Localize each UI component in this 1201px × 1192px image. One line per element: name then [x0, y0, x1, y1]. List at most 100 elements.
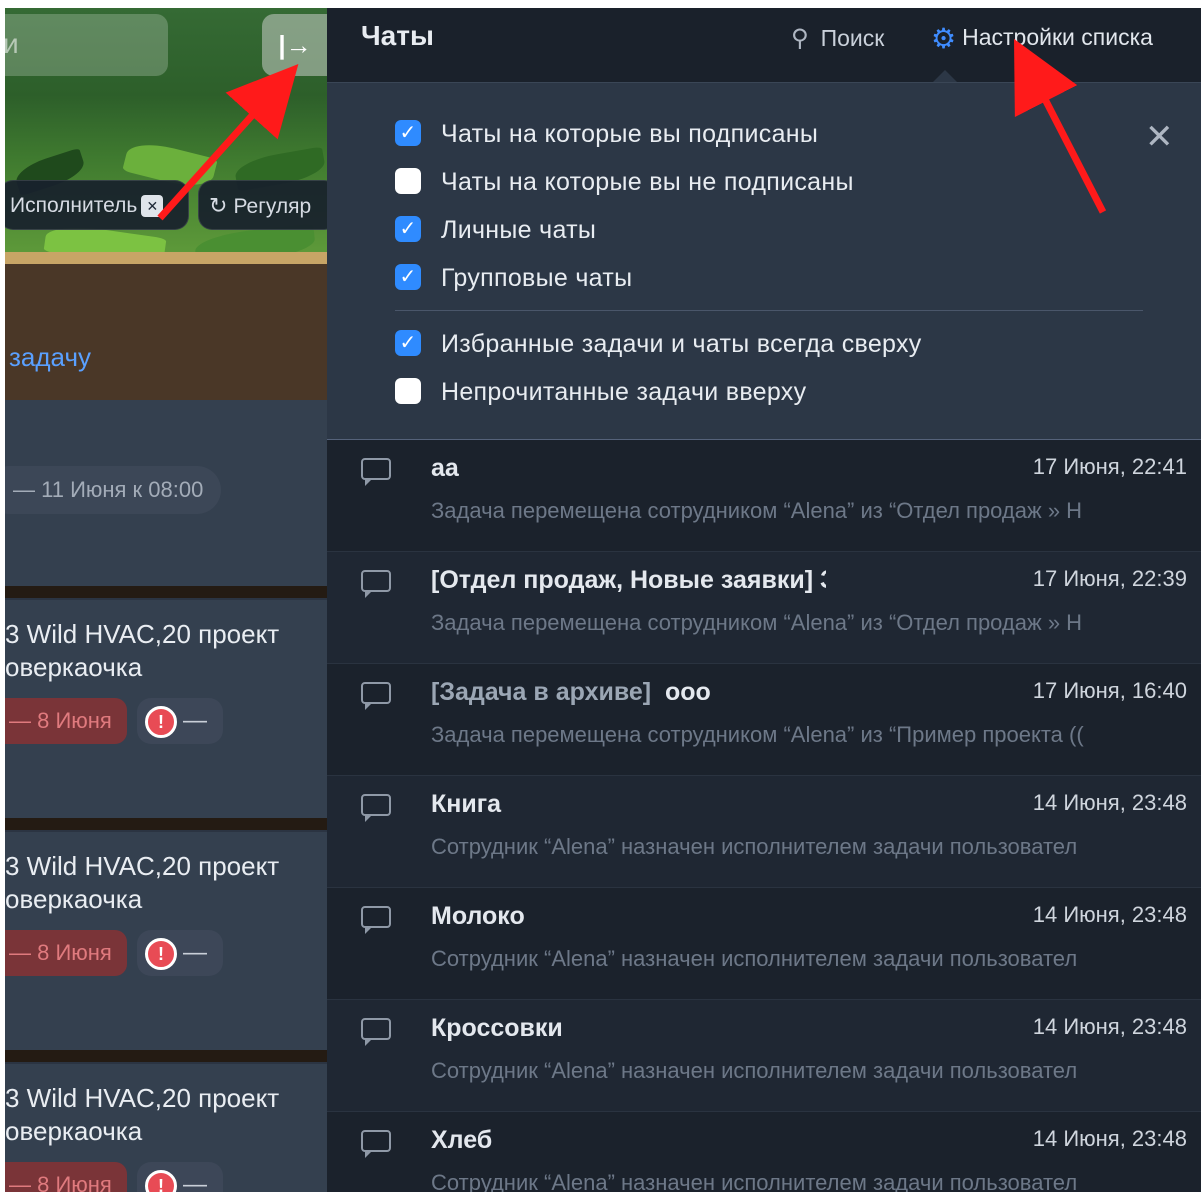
checkbox-checked[interactable]: ✓ [395, 216, 421, 243]
option-favorites-on-top[interactable]: ✓ Избранные задачи и чаты всегда сверху [395, 327, 922, 361]
settings-label: Настройки списка [962, 24, 1153, 50]
search-placeholder: и [5, 28, 19, 59]
chat-bubble-icon [361, 570, 391, 598]
chat-row[interactable]: [Отдел продаж, Новые заявки] Зад 17 Июня… [327, 552, 1201, 664]
priority-badge[interactable]: ! — [137, 930, 223, 976]
chat-name: [Задача в архиве] ооо [431, 678, 931, 707]
search-icon: ⚲ [791, 25, 809, 52]
filter-chip-label: Регуляр [233, 195, 312, 218]
due-date-badge: — 8 Июня [5, 930, 127, 976]
chat-time: 14 Июня, 23:48 [1032, 902, 1187, 927]
task-title: 3 Wild HVAC,20 проект [5, 1083, 280, 1113]
alert-icon: ! [145, 705, 177, 738]
checkbox-checked[interactable]: ✓ [395, 120, 421, 147]
chat-bubble-icon [361, 906, 391, 934]
column-divider [5, 252, 327, 264]
priority-suffix: — [183, 1171, 207, 1192]
list-settings-dropdown: ✕ ✓ Чаты на которые вы подписаны Чаты на … [327, 82, 1201, 440]
chat-bubble-icon [361, 1018, 391, 1046]
option-label: Групповые чаты [441, 264, 633, 292]
archived-prefix: [Задача в архиве] [431, 678, 652, 706]
chat-row[interactable]: аа 17 Июня, 22:41 Задача перемещена сотр… [327, 440, 1201, 552]
priority-suffix: — [183, 707, 207, 734]
chat-preview: Сотрудник “Alena” назначен исполнителем … [431, 1170, 1078, 1192]
filter-remove-icon[interactable]: ✕ [141, 195, 164, 218]
task-title: 3 Wild HVAC,20 проект [5, 851, 280, 881]
filter-chip-recurring[interactable]: ↻ Регуляр [198, 180, 327, 230]
column-header [5, 264, 327, 400]
chat-name: аа [431, 454, 459, 482]
page-title: Чаты [361, 20, 434, 51]
chat-preview: Задача перемещена сотрудником “Alena” из… [431, 722, 1084, 747]
card-separator [5, 818, 327, 830]
checkbox-checked[interactable]: ✓ [395, 330, 421, 357]
chat-time: 17 Июня, 22:41 [1032, 454, 1187, 479]
chat-row[interactable]: [Задача в архиве] ооо 17 Июня, 16:40 Зад… [327, 664, 1201, 776]
board-panel: и |→ Исполнитель ✕ ↻ Регуляр задачу — 11 И… [5, 8, 327, 1192]
due-date-badge: — 8 Июня [5, 698, 127, 744]
chats-panel: Чаты ⚲ Поиск ⚙ Настройки списка ✕ ✓ Чаты на… [327, 8, 1201, 1192]
chat-name: Молоко [431, 902, 525, 930]
option-unsubscribed-chats[interactable]: Чаты на которые вы не подписаны [395, 165, 854, 199]
card-separator [5, 1050, 327, 1062]
task-subtitle: оверкаочка [5, 652, 143, 682]
close-icon[interactable]: ✕ [1145, 117, 1174, 157]
due-date-badge: — 8 Июня [5, 1162, 127, 1192]
option-label: Чаты на которые вы не подписаны [441, 168, 854, 196]
chat-name-text: ооо [665, 678, 711, 706]
option-label: Личные чаты [441, 216, 597, 244]
chat-name: [Отдел продаж, Новые заявки] Зад [431, 566, 826, 594]
card-separator [5, 586, 327, 598]
chat-name: Хлеб [431, 1126, 493, 1154]
chat-row[interactable]: Хлеб 14 Июня, 23:48 Сотрудник “Alena” на… [327, 1112, 1201, 1192]
search-label: Поиск [820, 25, 885, 51]
option-unread-on-top[interactable]: Непрочитанные задачи вверху [395, 375, 806, 409]
chat-name: Книга [431, 790, 502, 818]
chat-row[interactable]: Кроссовки 14 Июня, 23:48 Сотрудник “Alen… [327, 1000, 1201, 1112]
menu-divider [395, 310, 1143, 311]
checkbox-unchecked[interactable] [395, 378, 421, 405]
option-label: Чаты на которые вы подписаны [441, 120, 819, 148]
chat-preview: Сотрудник “Alena” назначен исполнителем … [431, 834, 1078, 859]
filter-chip-assignee[interactable]: Исполнитель ✕ [5, 180, 189, 230]
chat-row[interactable]: Книга 14 Июня, 23:48 Сотрудник “Alena” н… [327, 776, 1201, 888]
chat-time: 14 Июня, 23:48 [1032, 790, 1187, 815]
filter-chip-label: Исполнитель [10, 194, 138, 217]
chat-time: 17 Июня, 16:40 [1032, 678, 1187, 703]
chat-preview: Задача перемещена сотрудником “Alena” из… [431, 610, 1083, 635]
chats-search-button[interactable]: ⚲ Поиск [791, 24, 884, 53]
option-subscribed-chats[interactable]: ✓ Чаты на которые вы подписаны [395, 117, 818, 151]
gear-icon: ⚙ [931, 23, 957, 54]
chat-time: 14 Июня, 23:48 [1032, 1014, 1187, 1039]
task-subtitle: оверкаочка [5, 1116, 143, 1146]
chat-bubble-icon [361, 1130, 391, 1158]
sync-icon: ↻ [209, 193, 228, 218]
chat-time: 14 Июня, 23:48 [1032, 1126, 1187, 1151]
chat-bubble-icon [361, 682, 391, 710]
task-subtitle: оверкаочка [5, 884, 143, 914]
task-date-pill: — 11 Июня к 08:00 [5, 466, 221, 514]
chat-bubble-icon [361, 794, 391, 822]
add-task-link[interactable]: задачу [9, 342, 91, 373]
collapse-arrow-icon: |→ [278, 30, 312, 60]
option-label: Непрочитанные задачи вверху [441, 378, 807, 406]
task-title: 3 Wild HVAC,20 проект [5, 619, 280, 649]
option-label: Избранные задачи и чаты всегда сверху [441, 330, 922, 358]
chat-preview: Сотрудник “Alena” назначен исполнителем … [431, 946, 1078, 971]
chats-header: Чаты ⚲ Поиск ⚙ Настройки списка [327, 8, 1201, 82]
board-search-input[interactable]: и [5, 14, 168, 76]
option-group-chats[interactable]: ✓ Групповые чаты [395, 261, 632, 295]
chat-name: Кроссовки [431, 1014, 563, 1042]
board-header-background: и |→ Исполнитель ✕ ↻ Регуляр [5, 8, 327, 258]
checkbox-unchecked[interactable] [395, 168, 421, 195]
alert-icon: ! [145, 937, 177, 970]
chat-bubble-icon [361, 458, 391, 486]
chat-time: 17 Июня, 22:39 [1032, 566, 1187, 591]
priority-badge[interactable]: ! — [137, 1162, 223, 1192]
option-personal-chats[interactable]: ✓ Личные чаты [395, 213, 596, 247]
collapse-panel-button[interactable]: |→ [262, 14, 327, 76]
checkbox-checked[interactable]: ✓ [395, 264, 421, 291]
chat-row[interactable]: Молоко 14 Июня, 23:48 Сотрудник “Alena” … [327, 888, 1201, 1000]
list-settings-button[interactable]: ⚙ Настройки списка [931, 22, 1153, 55]
priority-badge[interactable]: ! — [137, 698, 223, 744]
